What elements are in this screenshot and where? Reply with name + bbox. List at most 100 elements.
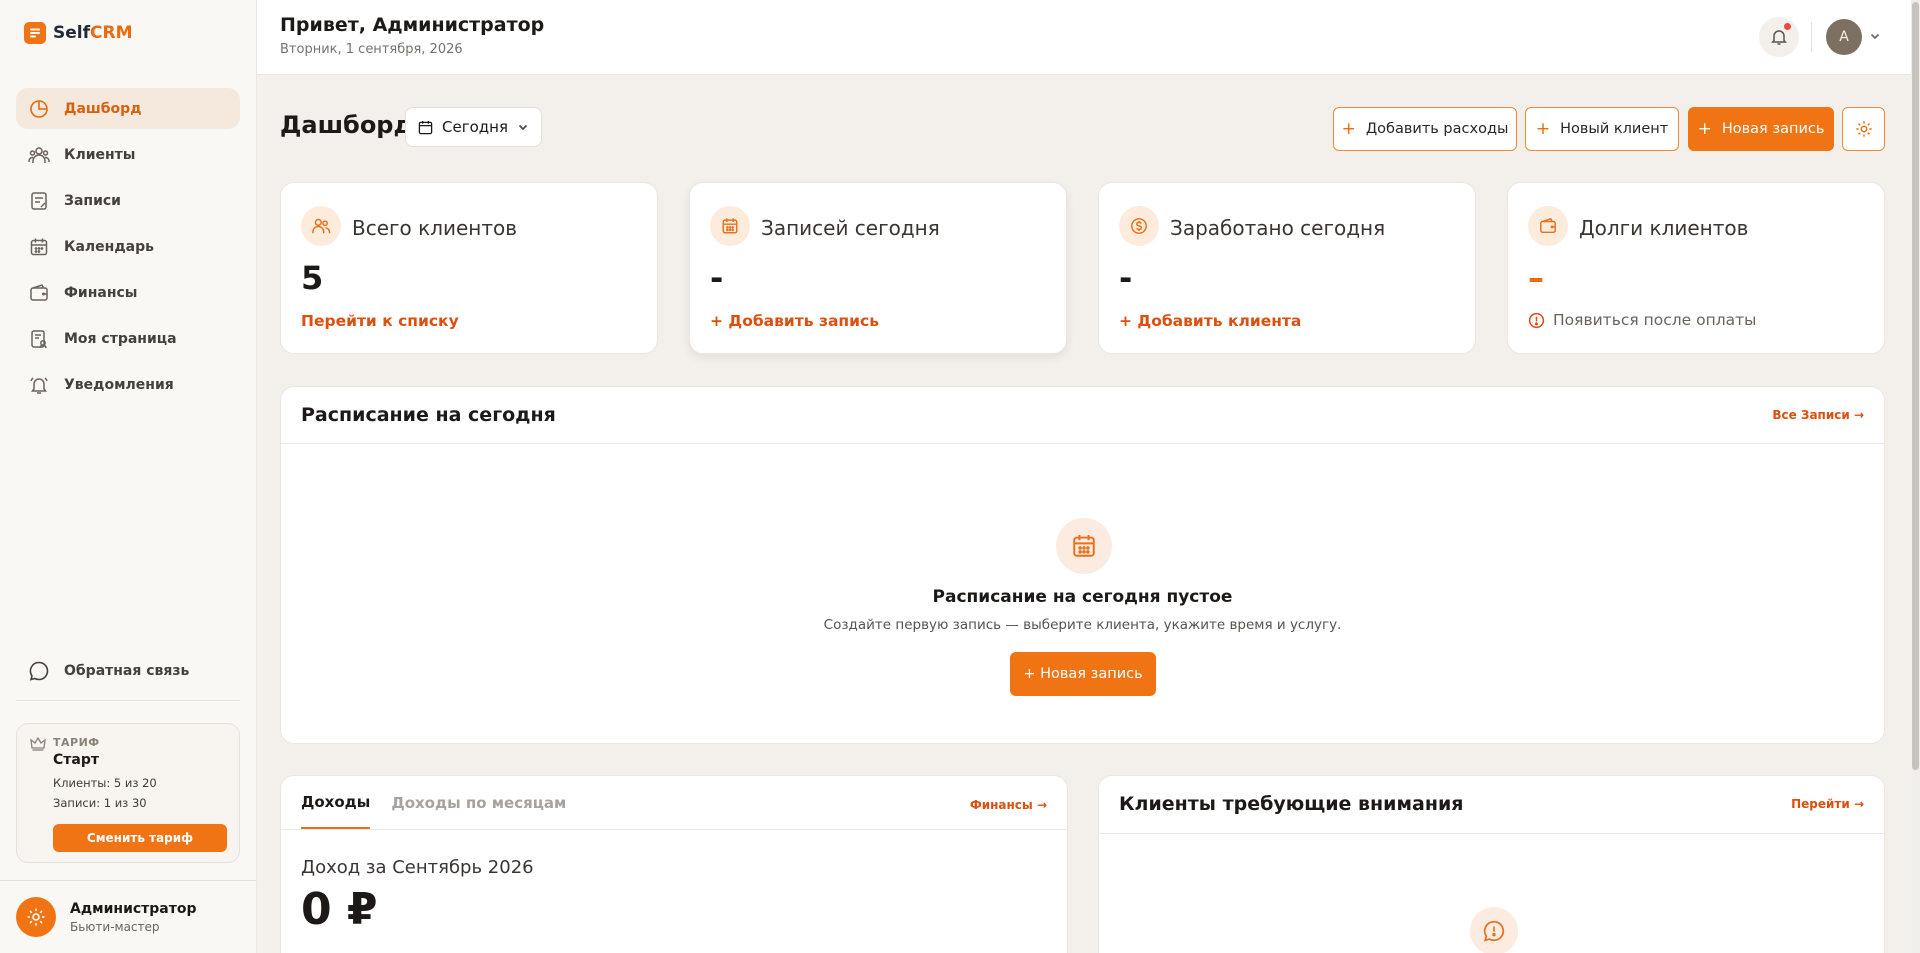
card-title: Долги клиентов — [1579, 216, 1749, 240]
sidebar-nav: Дашборд Клиенты Записи Календарь Финансы… — [16, 88, 240, 410]
sidebar-item-label: Записи — [64, 192, 121, 209]
plan-records-usage: Записи: 1 из 30 — [53, 796, 147, 810]
empty-new-record-button[interactable]: + Новая запись — [1010, 652, 1156, 696]
divider — [16, 700, 240, 701]
panel-title: Расписание на сегодня — [301, 404, 556, 426]
period-value: Сегодня — [442, 118, 508, 136]
calendar-icon — [418, 120, 433, 135]
attention-go-link[interactable]: Перейти → — [1791, 797, 1864, 811]
all-records-link[interactable]: Все Записи → — [1772, 408, 1864, 422]
feedback-label: Обратная связь — [64, 663, 190, 679]
income-period-label: Доход за Сентябрь 2026 — [301, 857, 534, 878]
sidebar-item-notifications[interactable]: Уведомления — [16, 364, 240, 405]
card-title: Всего клиентов — [352, 216, 518, 240]
chat-bubble-icon — [28, 660, 50, 682]
current-date: Вторник, 1 сентября, 2026 — [280, 42, 463, 57]
sidebar-item-records[interactable]: Записи — [16, 180, 240, 221]
feedback-link[interactable]: Обратная связь — [28, 660, 189, 682]
sidebar: SelfCRM Дашборд Клиенты Записи Календарь… — [0, 0, 257, 953]
dashboard-icon — [28, 98, 50, 120]
change-plan-button[interactable]: Сменить тариф — [53, 824, 227, 852]
profile-page-icon — [28, 328, 50, 350]
users-icon — [301, 206, 341, 246]
records-today-card: Записей сегодня - + Добавить запись — [689, 182, 1067, 354]
client-debts-card: Долги клиентов – Появиться после оплаты — [1507, 182, 1885, 354]
notification-dot — [1784, 23, 1791, 30]
calendar-icon — [1056, 518, 1112, 574]
bell-icon — [28, 374, 50, 396]
income-value: 0 ₽ — [301, 884, 378, 935]
new-record-button[interactable]: + Новая запись — [1688, 107, 1834, 151]
income-tabs: Доходы Доходы по месяцам — [301, 776, 566, 829]
total-clients-card: Всего клиентов 5 Перейти к списку — [280, 182, 658, 354]
empty-state-title: Расписание на сегодня пустое — [932, 587, 1233, 607]
go-to-list-link[interactable]: Перейти к списку — [301, 312, 459, 330]
wallet-icon — [28, 282, 50, 304]
finance-link[interactable]: Финансы → — [970, 798, 1047, 812]
new-record-label: Новая запись — [1721, 121, 1825, 137]
wallet-icon — [1528, 206, 1568, 246]
card-value: 5 — [301, 259, 324, 297]
sidebar-item-label: Уведомления — [64, 376, 174, 393]
settings-gear-icon — [16, 897, 56, 937]
chevron-down-icon[interactable] — [1869, 30, 1881, 42]
sidebar-item-label: Финансы — [64, 284, 138, 301]
new-client-button[interactable]: + Новый клиент — [1525, 107, 1679, 151]
card-title: Записей сегодня — [761, 216, 940, 240]
card-value: – — [1528, 259, 1544, 297]
sidebar-item-finance[interactable]: Финансы — [16, 272, 240, 313]
plus-icon: + — [1535, 119, 1551, 139]
avatar[interactable]: A — [1826, 19, 1862, 55]
dashboard-settings-button[interactable] — [1842, 107, 1885, 151]
dollar-coin-icon — [1119, 206, 1159, 246]
tab-income[interactable]: Доходы — [301, 776, 371, 829]
card-note-text: Появиться после оплаты — [1553, 311, 1757, 329]
new-client-label: Новый клиент — [1560, 121, 1669, 137]
plan-card: ТАРИФ Старт Клиенты: 5 из 20 Записи: 1 и… — [16, 723, 240, 863]
add-expense-button[interactable]: + Добавить расходы — [1333, 107, 1517, 151]
chevron-down-icon — [517, 121, 529, 133]
sidebar-item-label: Дашборд — [64, 100, 142, 117]
notes-icon — [28, 190, 50, 212]
sidebar-item-dashboard[interactable]: Дашборд — [16, 88, 240, 129]
sidebar-item-my-page[interactable]: Моя страница — [16, 318, 240, 359]
add-expense-label: Добавить расходы — [1365, 121, 1509, 137]
sidebar-item-clients[interactable]: Клиенты — [16, 134, 240, 175]
card-value: - — [710, 259, 724, 297]
divider — [281, 829, 1067, 830]
attention-panel: Клиенты требующие внимания Перейти → — [1098, 775, 1885, 953]
period-select[interactable]: Сегодня — [405, 107, 542, 147]
gear-icon — [1855, 120, 1873, 138]
top-header: Привет, Администратор Вторник, 1 сентябр… — [257, 0, 1920, 75]
card-title: Заработано сегодня — [1170, 216, 1386, 240]
plus-icon: + — [1341, 119, 1356, 139]
empty-state-text: Создайте первую запись — выберите клиент… — [823, 617, 1342, 633]
add-client-link[interactable]: + Добавить клиента — [1119, 312, 1301, 330]
plan-clients-usage: Клиенты: 5 из 20 — [53, 776, 157, 790]
logo-icon — [24, 22, 46, 44]
panel-header: Расписание на сегодня Все Записи → — [281, 387, 1884, 444]
earned-today-card: Заработано сегодня - + Добавить клиента — [1098, 182, 1476, 354]
plan-kicker: ТАРИФ — [53, 736, 100, 749]
sidebar-item-label: Клиенты — [64, 146, 136, 163]
user-profile[interactable]: Администратор Бьюти-мастер — [16, 897, 197, 937]
tab-income-by-month[interactable]: Доходы по месяцам — [391, 776, 566, 829]
user-role: Бьюти-мастер — [70, 919, 160, 934]
scrollbar-thumb[interactable] — [1912, 2, 1919, 770]
logo[interactable]: SelfCRM — [24, 22, 132, 44]
plan-name: Старт — [53, 752, 99, 768]
divider — [0, 880, 257, 881]
user-name: Администратор — [70, 900, 197, 917]
panel-header: Клиенты требующие внимания Перейти → — [1099, 776, 1884, 834]
calendar-icon — [28, 236, 50, 258]
crown-icon — [30, 737, 46, 751]
logo-text: SelfCRM — [53, 23, 133, 43]
card-value: - — [1119, 259, 1133, 297]
add-record-link[interactable]: + Добавить запись — [710, 312, 879, 330]
sidebar-item-calendar[interactable]: Календарь — [16, 226, 240, 267]
page-title: Дашборд — [280, 111, 413, 139]
card-note: Появиться после оплаты — [1528, 311, 1756, 329]
sidebar-item-label: Календарь — [64, 238, 154, 255]
notifications-button[interactable] — [1759, 17, 1799, 57]
divider — [1811, 22, 1812, 52]
